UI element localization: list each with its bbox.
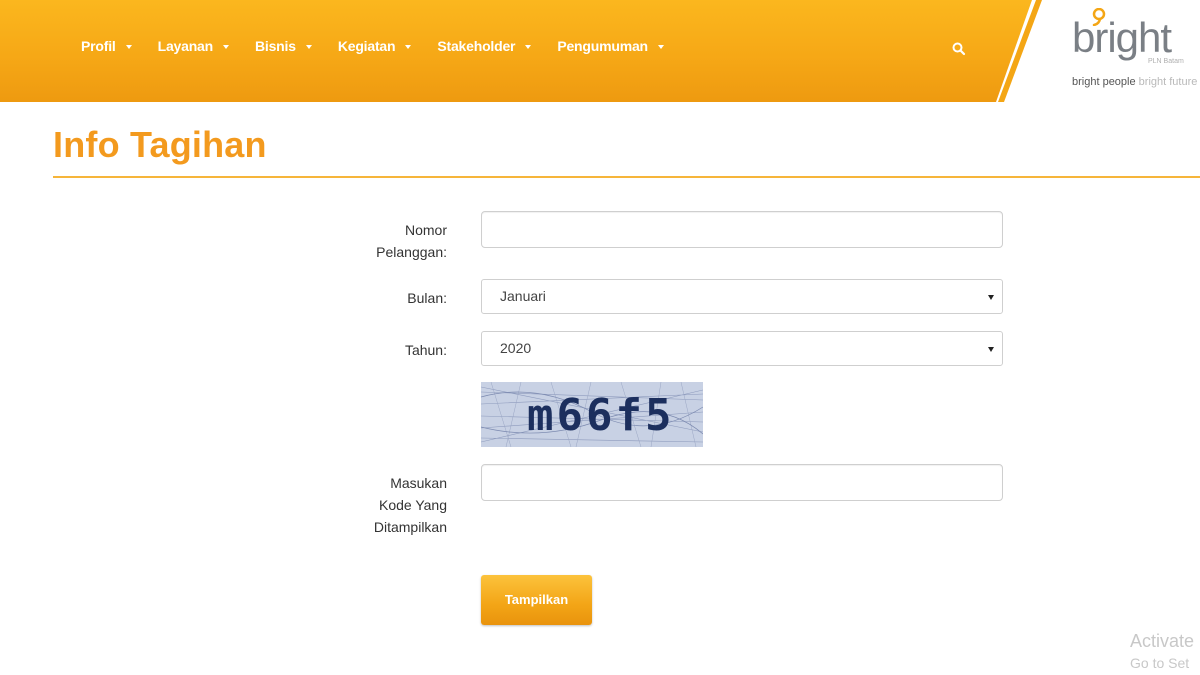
caret-down-icon — [988, 295, 994, 300]
kode-label-line-1: Masukan — [390, 475, 447, 491]
caret-down-icon — [223, 44, 229, 49]
logo-tagline: bright people bright future — [1072, 76, 1197, 88]
tahun-selected-value: 2020 — [500, 340, 532, 356]
nav-menu: Profil Layanan Bisnis Kegiatan Stakehold… — [81, 38, 690, 54]
tahun-label: Tahun: — [404, 342, 447, 358]
nav-item-label: Pengumuman — [557, 38, 648, 54]
caret-down-icon — [988, 347, 994, 352]
caret-down-icon — [525, 44, 532, 49]
caret-down-icon — [125, 44, 132, 49]
kode-label: Masukan Kode Yang Ditampilkan — [327, 472, 447, 538]
logo-tagline-dark: bright people — [1072, 76, 1136, 88]
search-button[interactable] — [950, 40, 968, 58]
nav-item-label: Bisnis — [255, 38, 296, 54]
nomor-label-line-1: Nomor — [404, 222, 447, 238]
nav-item-layanan[interactable]: Layanan — [158, 38, 229, 54]
caret-down-icon — [305, 44, 312, 49]
search-icon — [952, 42, 966, 56]
caret-down-icon — [405, 44, 412, 49]
logo-tagline-light: bright future — [1138, 76, 1198, 88]
watermark-line-2: Go to Set — [1130, 655, 1190, 671]
captcha-code-input[interactable] — [481, 464, 1003, 501]
nav-item-label: Kegiatan — [337, 38, 396, 54]
kode-label-line-3: Ditampilkan — [373, 519, 447, 535]
nav-item-label: Profil — [81, 38, 116, 54]
watermark-line-1: Activate — [1130, 631, 1195, 651]
tampilkan-button[interactable]: Tampilkan — [481, 575, 592, 625]
bulan-selected-value: Januari — [500, 288, 546, 304]
kode-label-line-2: Kode Yang — [379, 497, 447, 513]
tahun-select[interactable]: 2020 — [481, 331, 1003, 366]
bulan-select[interactable]: Januari — [481, 279, 1003, 314]
logo-subtitle: PLN Batam — [1148, 58, 1184, 65]
nav-item-label: Stakeholder — [437, 38, 516, 54]
page-title: Info Tagihan — [53, 124, 267, 165]
nav-item-stakeholder[interactable]: Stakeholder — [437, 38, 532, 54]
nomor-pelanggan-input[interactable] — [481, 211, 1003, 248]
top-navbar: Profil Layanan Bisnis Kegiatan Stakehold… — [0, 0, 1032, 102]
captcha-text: m66f5 — [527, 390, 675, 441]
nav-item-label: Layanan — [157, 38, 214, 54]
brand-logo[interactable]: bright PLN Batam bright people bright fu… — [1070, 8, 1200, 94]
nav-item-profil[interactable]: Profil — [81, 38, 132, 54]
activation-watermark: Activate Go to Set — [1130, 630, 1194, 674]
nomor-pelanggan-label: Nomor Pelanggan: — [327, 219, 447, 263]
logo-wordmark: bright — [1072, 14, 1172, 61]
title-divider — [53, 176, 1200, 178]
bulan-label: Bulan: — [407, 290, 447, 306]
nav-item-kegiatan[interactable]: Kegiatan — [338, 38, 412, 54]
nomor-label-line-2: Pelanggan: — [376, 244, 447, 260]
nav-item-bisnis[interactable]: Bisnis — [255, 38, 312, 54]
nav-item-pengumuman[interactable]: Pengumuman — [557, 38, 664, 54]
captcha-image: m66f5 — [481, 382, 703, 447]
caret-down-icon — [657, 44, 664, 49]
